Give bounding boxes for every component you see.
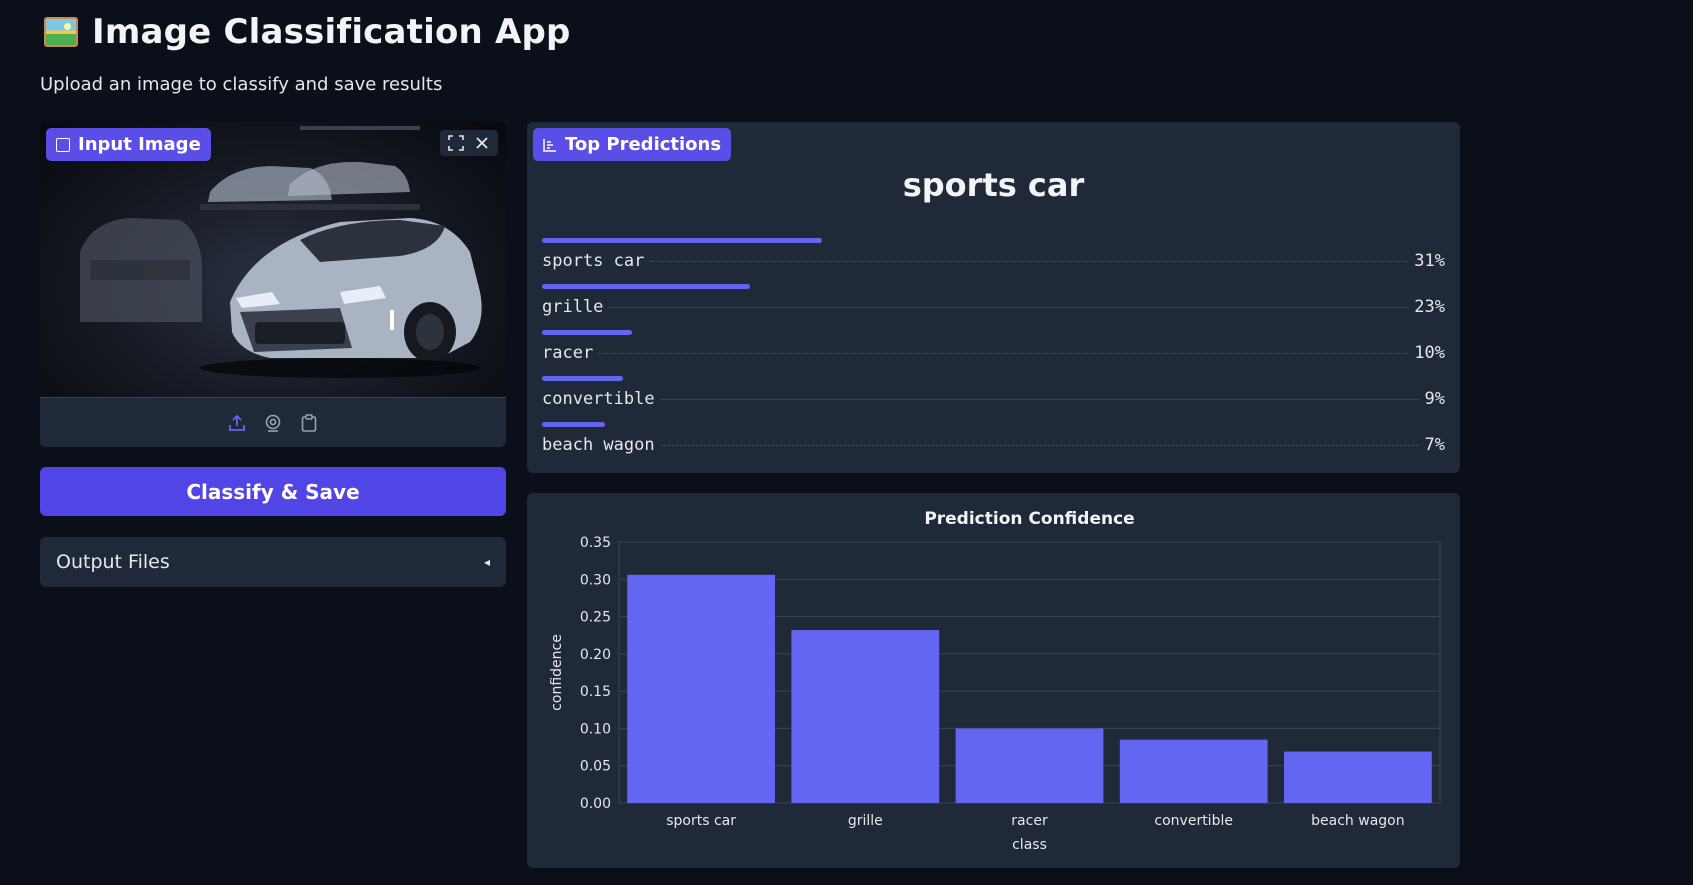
- prediction-row[interactable]: racer 10%: [542, 330, 1445, 376]
- upload-icon[interactable]: [226, 412, 248, 434]
- top-prediction-label: sports car: [902, 166, 1085, 204]
- car-photo: [80, 126, 482, 378]
- close-icon[interactable]: [470, 132, 494, 154]
- framed-picture-icon: [44, 17, 78, 47]
- prediction-label: grille: [542, 297, 604, 317]
- y-tick-label: 0.00: [580, 796, 611, 812]
- y-tick-label: 0.20: [580, 647, 611, 663]
- prediction-percent: 7%: [1424, 435, 1445, 455]
- image-tools: [440, 130, 498, 156]
- input-image-panel[interactable]: Input Image: [40, 122, 506, 447]
- bar: [791, 629, 940, 803]
- output-files-label: Output Files: [56, 551, 170, 573]
- prediction-label: racer: [542, 343, 594, 363]
- y-tick-label: 0.15: [580, 684, 611, 700]
- prediction-list: sports car 31% grille 23% racer 10% conv…: [542, 238, 1445, 468]
- y-axis-label: confidence: [549, 634, 565, 711]
- prediction-row[interactable]: grille 23%: [542, 284, 1445, 330]
- x-tick-label: beach wagon: [1311, 813, 1404, 829]
- bar: [1284, 751, 1432, 803]
- x-tick-label: sports car: [666, 813, 736, 829]
- prediction-row[interactable]: beach wagon 7%: [542, 422, 1445, 468]
- bar: [627, 574, 775, 803]
- output-files-accordion[interactable]: Output Files ◂: [40, 537, 506, 587]
- input-image[interactable]: [40, 122, 506, 397]
- classify-save-button[interactable]: Classify & Save: [40, 467, 506, 516]
- prediction-label: beach wagon: [542, 435, 655, 455]
- page-subtitle: Upload an image to classify and save res…: [40, 74, 443, 95]
- fullscreen-icon[interactable]: [444, 132, 468, 154]
- x-tick-label: convertible: [1154, 813, 1233, 829]
- y-tick-label: 0.25: [580, 610, 611, 626]
- prediction-percent: 31%: [1414, 251, 1445, 271]
- prediction-confidence-chart: 0.00 0.05 0.10 0.15 0.20 0.25 0.30 0.35 sports c…: [527, 493, 1460, 868]
- bar: [955, 728, 1104, 803]
- prediction-percent: 23%: [1414, 297, 1445, 317]
- prediction-row[interactable]: convertible 9%: [542, 376, 1445, 422]
- webcam-icon[interactable]: [262, 412, 284, 434]
- confidence-bar: [542, 238, 822, 243]
- bar-chart: 0.00 0.05 0.10 0.15 0.20 0.25 0.30 0.35 sports c…: [549, 509, 1441, 853]
- prediction-label: convertible: [542, 389, 655, 409]
- confidence-bar: [542, 376, 623, 381]
- app-header: Image Classification App: [44, 12, 571, 52]
- y-tick-label: 0.35: [580, 535, 611, 551]
- y-tick-label: 0.10: [580, 721, 611, 737]
- x-axis-label: class: [1012, 837, 1047, 853]
- chart-title: Prediction Confidence: [924, 509, 1134, 529]
- x-tick-label: racer: [1011, 813, 1048, 829]
- y-tick-label: 0.30: [580, 572, 611, 588]
- confidence-bar: [542, 422, 605, 427]
- page-title: Image Classification App: [92, 12, 571, 52]
- collapse-arrow-icon[interactable]: ◂: [484, 555, 490, 569]
- confidence-bar: [542, 284, 750, 289]
- confidence-bar: [542, 330, 632, 335]
- image-source-bar: [40, 397, 506, 447]
- prediction-label: sports car: [542, 251, 645, 271]
- x-tick-label: grille: [848, 813, 883, 829]
- prediction-row[interactable]: sports car 31%: [542, 238, 1445, 284]
- y-tick-label: 0.05: [580, 759, 611, 775]
- top-predictions-label: Top Predictions: [533, 128, 732, 161]
- top-predictions-panel: Top Predictions sports car sports car 31…: [527, 122, 1460, 473]
- image-icon: [56, 137, 70, 152]
- bar-chart-icon: [543, 138, 556, 152]
- prediction-percent: 10%: [1414, 343, 1445, 363]
- prediction-percent: 9%: [1424, 389, 1445, 409]
- clipboard-icon[interactable]: [298, 412, 320, 434]
- input-image-label: Input Image: [46, 128, 211, 161]
- bar: [1119, 739, 1268, 803]
